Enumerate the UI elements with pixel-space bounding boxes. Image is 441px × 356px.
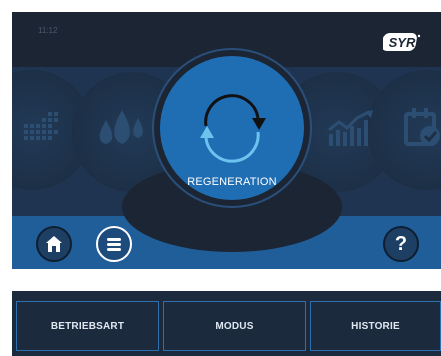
syr-logo: SYR [383, 33, 421, 51]
help-icon: ? [394, 233, 408, 255]
water-drops-icon [99, 110, 143, 144]
calendar-grid-icon [24, 112, 58, 140]
tab-bar: BETRIEBSART MODUS HISTORIE [12, 291, 441, 356]
regeneration-label: REGENERATION [187, 176, 277, 188]
home-button[interactable] [36, 226, 72, 262]
menu-button[interactable] [96, 226, 132, 262]
help-button[interactable]: ? [383, 226, 419, 262]
tab-modus[interactable]: MODUS [163, 301, 306, 351]
home-icon [46, 236, 62, 252]
device-screen: 11:12 SYR REGENERATION ? [12, 12, 441, 269]
menu-icon [107, 238, 121, 251]
chart-trend-icon [328, 110, 373, 146]
svg-text:SYR: SYR [389, 35, 416, 50]
tab-historie[interactable]: HISTORIE [310, 301, 441, 351]
tab-betriebsart[interactable]: BETRIEBSART [16, 301, 159, 351]
regeneration-cycle-icon [200, 94, 266, 163]
calendar-check-icon [404, 108, 440, 146]
clock-text: 11:12 [38, 26, 58, 35]
